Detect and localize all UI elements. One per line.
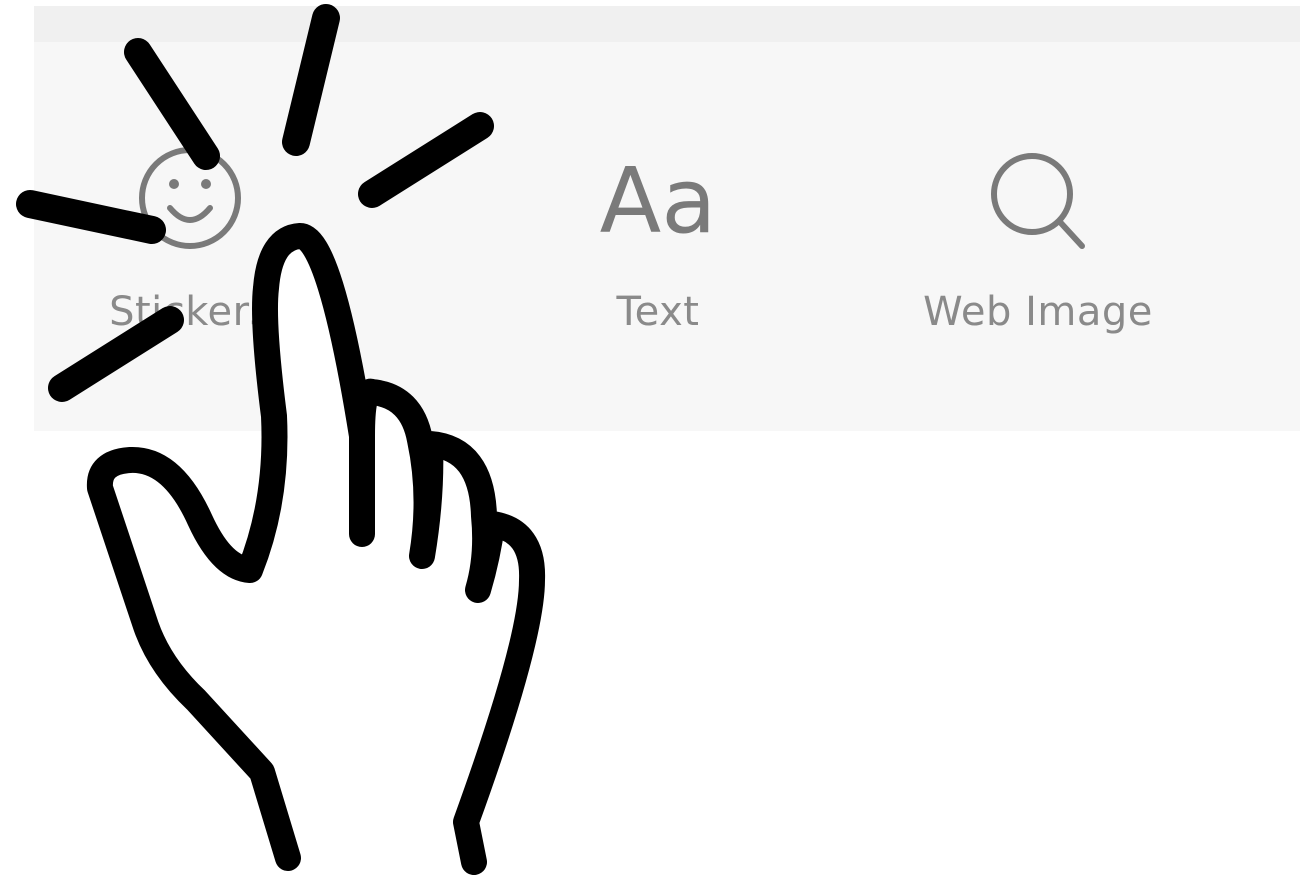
stickers-button[interactable]: Stickers xyxy=(70,142,310,362)
text-aa-icon: Aa xyxy=(599,149,717,254)
web-image-button[interactable]: Web Image xyxy=(918,142,1158,362)
stickers-label: Stickers xyxy=(109,289,271,335)
search-icon xyxy=(991,153,1085,249)
top-bar xyxy=(34,6,1300,42)
screen: Stickers Aa Text Web Image xyxy=(0,0,1300,879)
smiley-icon xyxy=(139,147,241,249)
web-image-label: Web Image xyxy=(923,289,1153,335)
text-button[interactable]: Aa Text xyxy=(538,142,778,362)
insert-toolbar: Stickers Aa Text Web Image xyxy=(34,42,1300,431)
text-label: Text xyxy=(616,289,700,335)
